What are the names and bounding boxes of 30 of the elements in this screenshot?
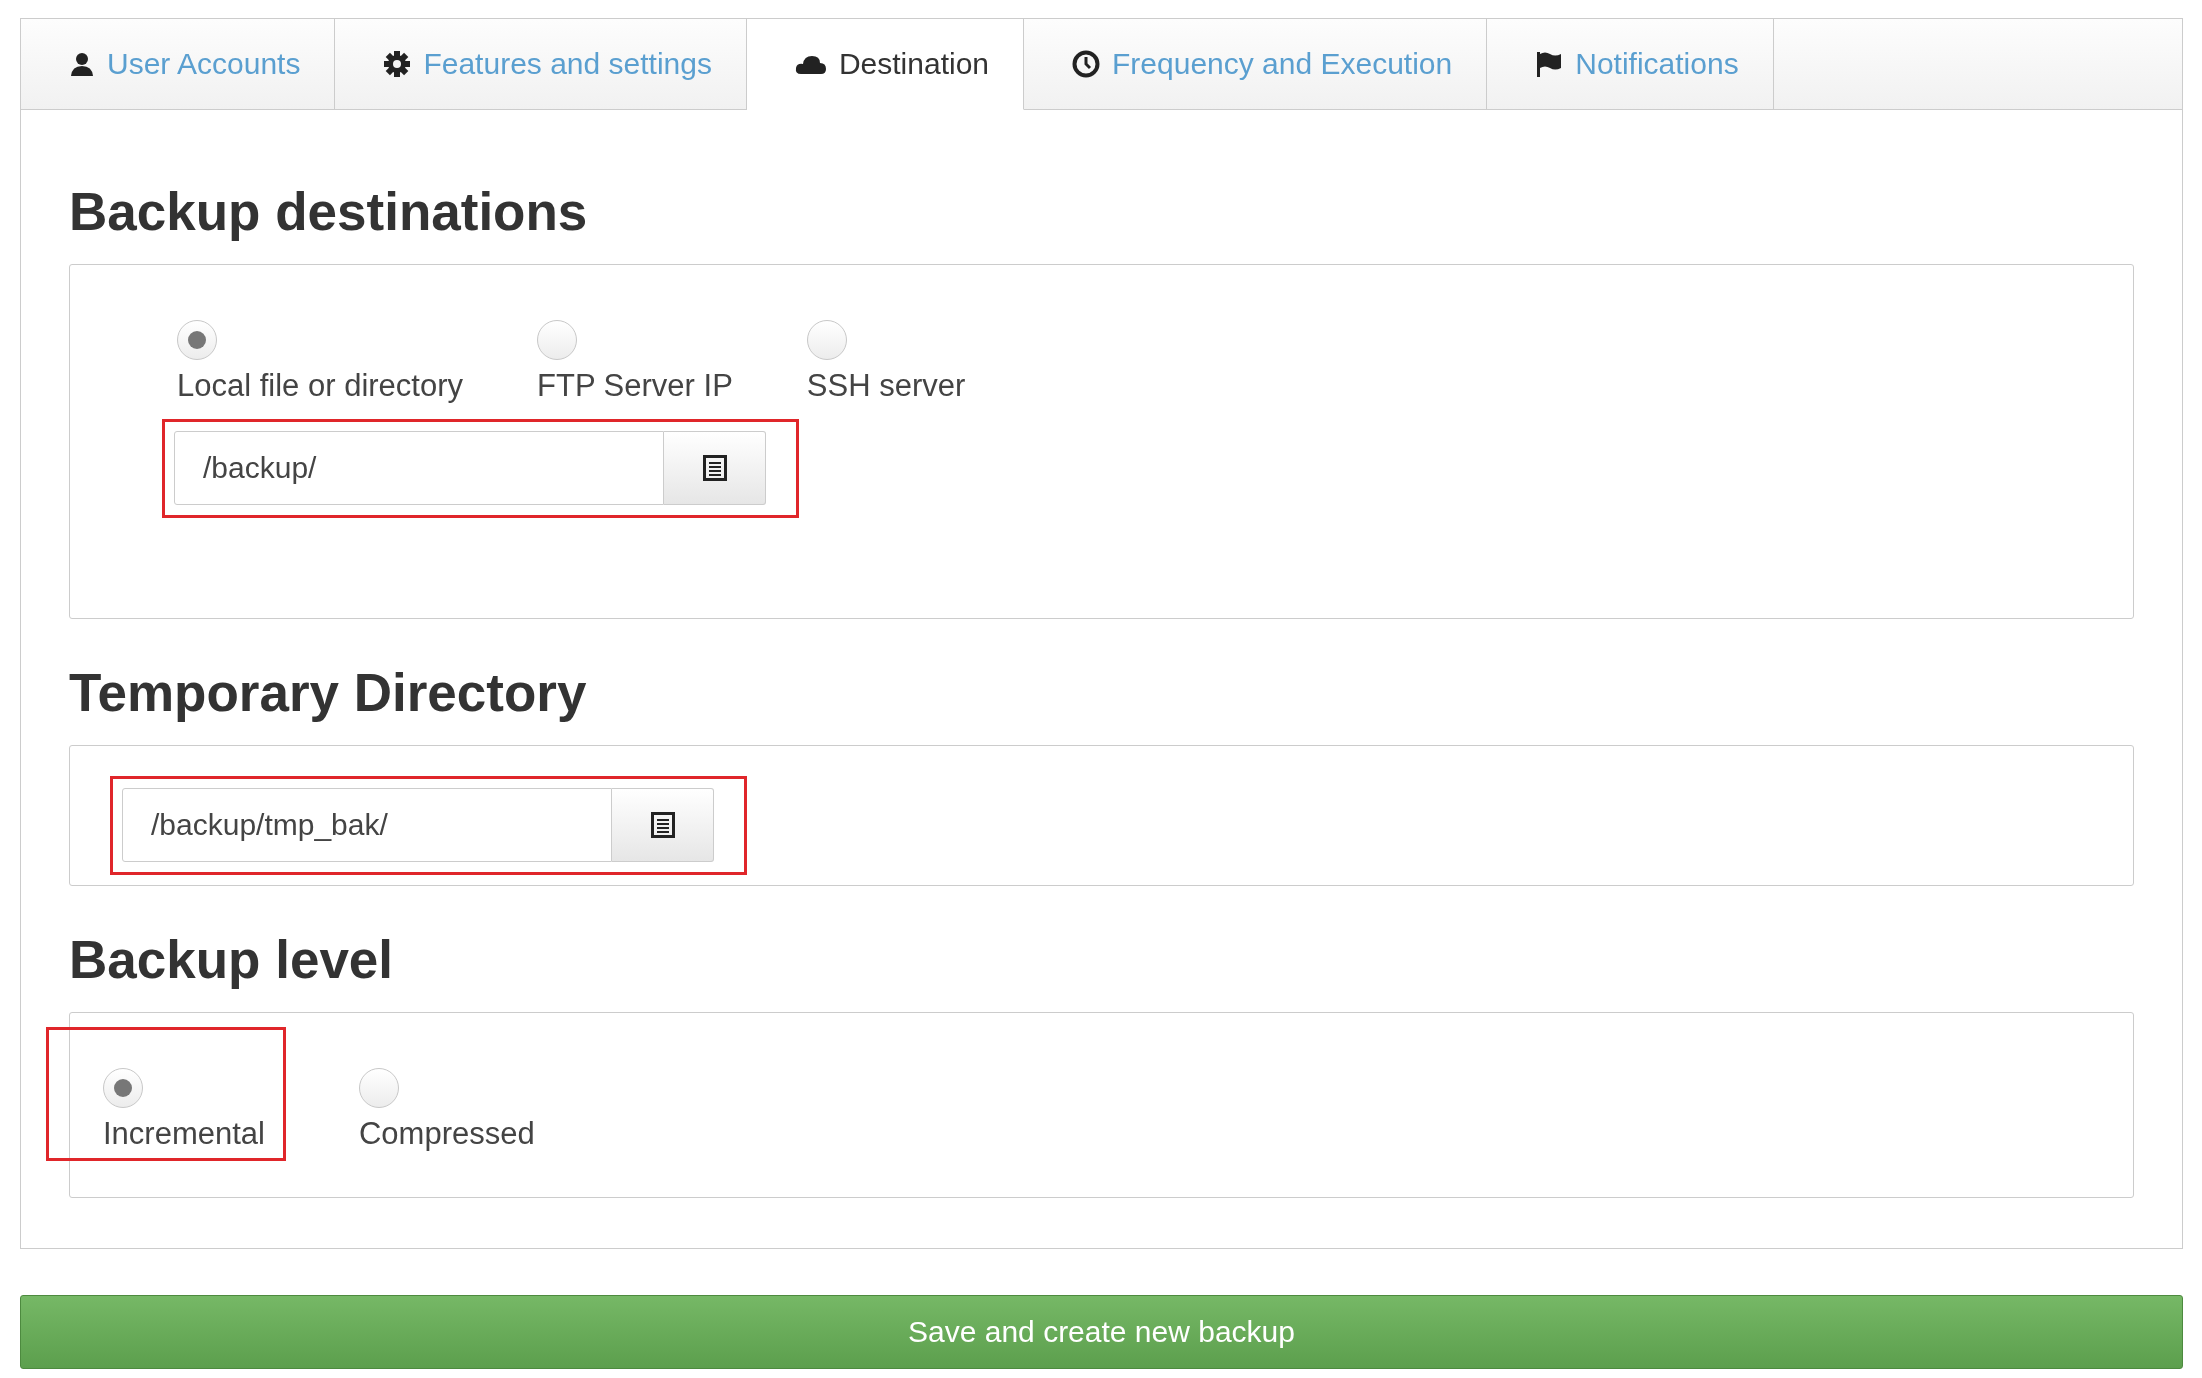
clock-icon (1072, 50, 1101, 78)
radio-label: SSH server (806, 368, 966, 404)
radio-button[interactable] (358, 1068, 399, 1108)
gear-icon (383, 50, 412, 78)
radio-label: Incremental (103, 1116, 265, 1152)
radio-button[interactable] (177, 320, 217, 360)
radio-button[interactable] (103, 1068, 143, 1108)
radio-button[interactable] (806, 320, 847, 360)
section-heading: Backup level (69, 930, 395, 990)
section-heading: Backup destinations (69, 182, 589, 242)
section-heading: Temporary Directory (69, 663, 588, 723)
radio-label: Compressed (358, 1116, 535, 1152)
radio-label: Local file or directory (177, 368, 463, 404)
flag-icon (1535, 50, 1564, 78)
tab[interactable]: User Accounts (21, 19, 336, 110)
save-button[interactable]: Save and create new backup (20, 1295, 2183, 1369)
browse-button[interactable] (612, 788, 714, 862)
user-icon (69, 51, 95, 77)
tab[interactable]: Frequency and Execution (1024, 19, 1488, 110)
cloud-icon (794, 53, 827, 75)
tab[interactable]: Notifications (1487, 19, 1774, 110)
path-input[interactable]: /backup/ (174, 431, 664, 505)
browse-button[interactable] (664, 431, 766, 505)
tab[interactable]: Features and settings (335, 19, 747, 110)
tab[interactable]: Destination (746, 19, 1025, 110)
list-icon (702, 455, 727, 481)
radio-button[interactable] (537, 320, 577, 360)
path-input[interactable]: /backup/tmp_bak/ (122, 788, 612, 862)
list-icon (650, 812, 675, 838)
radio-label: FTP Server IP (537, 368, 733, 404)
